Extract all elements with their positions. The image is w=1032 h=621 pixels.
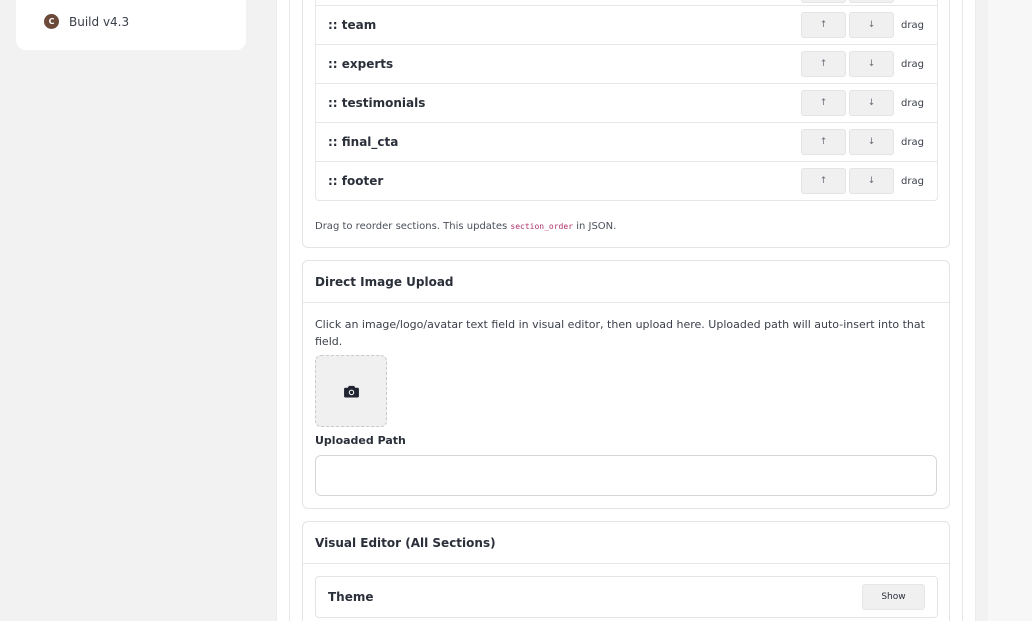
note-code: section_order	[510, 222, 574, 231]
theme-section-title: Theme	[328, 590, 374, 604]
drag-handle[interactable]: drag	[901, 176, 924, 187]
uploaded-path-input[interactable]	[315, 455, 937, 496]
section-name: :: final_cta	[328, 135, 399, 149]
move-up-button[interactable]: ↑	[801, 0, 846, 3]
visual-editor-card: Visual Editor (All Sections) Theme Show	[302, 521, 950, 621]
panel-inner-border-left	[289, 0, 290, 621]
sidebar-footer-card: C Build v4.3	[16, 0, 246, 50]
section-order-list: ↑ ↓ :: team ↑ ↓ drag :: experts ↑ ↓ drag…	[315, 0, 938, 201]
move-up-button[interactable]: ↑	[801, 129, 846, 155]
sidebar: C Build v4.3	[0, 0, 264, 621]
note-prefix: Drag to reorder sections. This updates	[315, 221, 511, 232]
section-order-row[interactable]: :: team ↑ ↓ drag	[316, 5, 937, 44]
section-name: :: footer	[328, 174, 384, 188]
uploaded-path-label: Uploaded Path	[315, 434, 406, 447]
move-up-button[interactable]: ↑	[801, 168, 846, 194]
move-down-button[interactable]: ↓	[849, 12, 894, 38]
drag-handle[interactable]: drag	[901, 98, 924, 109]
move-down-button[interactable]: ↓	[849, 129, 894, 155]
section-name: :: experts	[328, 57, 394, 71]
visual-editor-title: Visual Editor (All Sections)	[303, 522, 949, 564]
drag-handle[interactable]: drag	[901, 137, 924, 148]
move-up-button[interactable]: ↑	[801, 12, 846, 38]
section-name: :: testimonials	[328, 96, 426, 110]
drag-handle[interactable]: drag	[901, 59, 924, 70]
build-info: C Build v4.3	[44, 14, 129, 29]
section-order-row[interactable]: :: footer ↑ ↓ drag	[316, 161, 937, 200]
move-up-button[interactable]: ↑	[801, 90, 846, 116]
move-down-button[interactable]: ↓	[849, 168, 894, 194]
move-down-button[interactable]: ↓	[849, 90, 894, 116]
note-suffix: in JSON.	[573, 221, 617, 232]
panel-inner-border-right	[962, 0, 963, 621]
right-gutter	[988, 0, 1032, 621]
image-upload-title: Direct Image Upload	[303, 261, 949, 303]
image-upload-card: Direct Image Upload Click an image/logo/…	[302, 260, 950, 509]
theme-section: Theme Show	[315, 576, 938, 618]
section-order-row[interactable]: :: experts ↑ ↓ drag	[316, 44, 937, 83]
move-down-button[interactable]: ↓	[849, 0, 894, 3]
section-order-row[interactable]: :: final_cta ↑ ↓ drag	[316, 122, 937, 161]
build-version-label: Build v4.3	[69, 14, 130, 29]
drag-handle[interactable]: drag	[901, 20, 924, 31]
camera-icon	[343, 385, 359, 398]
move-down-button[interactable]: ↓	[849, 51, 894, 77]
show-theme-button[interactable]: Show	[862, 584, 925, 610]
section-order-card: ↑ ↓ :: team ↑ ↓ drag :: experts ↑ ↓ drag…	[302, 0, 950, 248]
section-order-row[interactable]: :: testimonials ↑ ↓ drag	[316, 83, 937, 122]
image-drop-zone[interactable]	[315, 355, 387, 427]
move-up-button[interactable]: ↑	[801, 51, 846, 77]
section-name: :: team	[328, 18, 377, 32]
section-order-note: Drag to reorder sections. This updates s…	[315, 221, 616, 232]
build-avatar: C	[44, 14, 59, 29]
image-upload-help: Click an image/logo/avatar text field in…	[315, 318, 925, 348]
